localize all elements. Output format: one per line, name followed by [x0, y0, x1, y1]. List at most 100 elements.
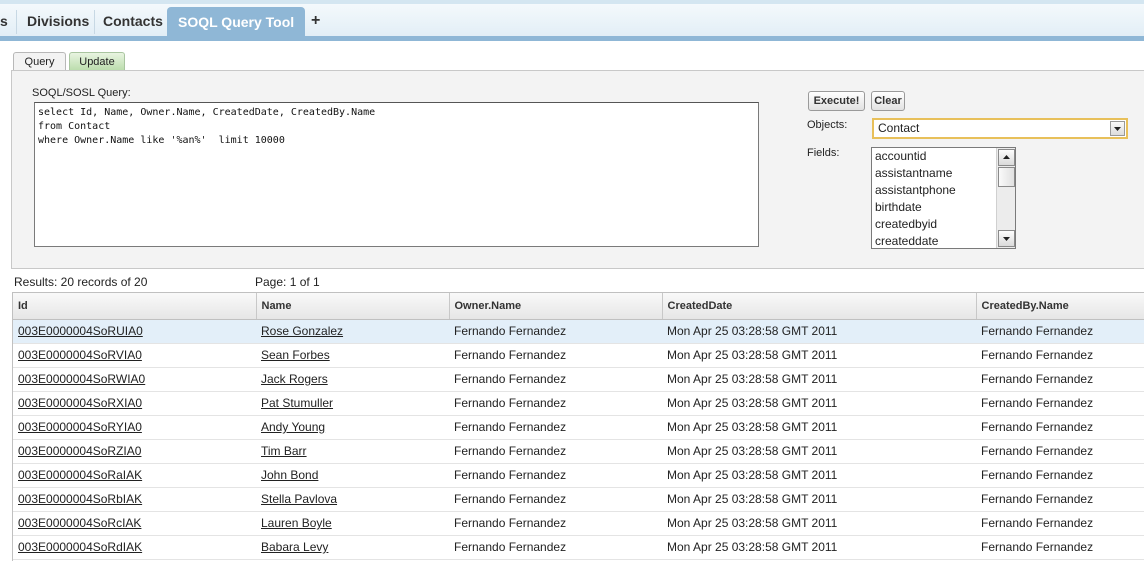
- contact-name-link[interactable]: John Bond: [261, 468, 318, 482]
- column-header-name[interactable]: Name: [256, 293, 450, 320]
- subtab-update[interactable]: Update: [69, 52, 125, 71]
- contact-name-link[interactable]: Tim Barr: [261, 444, 307, 458]
- table-row[interactable]: 003E0000004SoRWIA0 Jack Rogers Fernando Fe…: [13, 367, 1144, 392]
- record-id-link[interactable]: 003E0000004SoRVIA0: [18, 348, 142, 362]
- table-row[interactable]: 003E0000004SoRUIA0 Rose Gonzalez Fernando …: [13, 319, 1144, 344]
- tab-divider: [94, 10, 95, 34]
- app-tab-bar: s Divisions Contacts SOQL Query Tool +: [0, 0, 1144, 37]
- contact-name-link[interactable]: Babara Levy: [261, 540, 328, 554]
- cell-created-date: Mon Apr 25 03:28:58 GMT 2011: [662, 343, 976, 368]
- cell-name: John Bond: [256, 463, 449, 488]
- contact-name-link[interactable]: Pat Stumuller: [261, 396, 333, 410]
- cell-owner-name: Fernando Fernandez: [449, 535, 662, 560]
- cell-name: Babara Levy: [256, 535, 449, 560]
- contact-name-link[interactable]: Lauren Boyle: [261, 516, 332, 530]
- cell-created-date: Mon Apr 25 03:28:58 GMT 2011: [662, 535, 976, 560]
- clear-button[interactable]: Clear: [871, 91, 905, 111]
- record-id-link[interactable]: 003E0000004SoRUIA0: [18, 324, 143, 338]
- field-option[interactable]: accountid: [872, 148, 1015, 165]
- cell-owner-name: Fernando Fernandez: [449, 319, 662, 344]
- cell-created-by-name: Fernando Fernandez: [976, 319, 1144, 344]
- cell-id: 003E0000004SoRWIA0: [13, 367, 256, 392]
- contact-name-link[interactable]: Stella Pavlova: [261, 492, 337, 506]
- cell-created-by-name: Fernando Fernandez: [976, 391, 1144, 416]
- record-id-link[interactable]: 003E0000004SoRaIAK: [18, 468, 142, 482]
- subtab-query[interactable]: Query: [13, 52, 66, 72]
- contact-name-link[interactable]: Andy Young: [261, 420, 325, 434]
- cell-id: 003E0000004SoRZIA0: [13, 439, 256, 464]
- cell-name: Andy Young: [256, 415, 449, 440]
- field-option[interactable]: createdbyid: [872, 216, 1015, 233]
- record-id-link[interactable]: 003E0000004SoRZIA0: [18, 444, 141, 458]
- scroll-down-icon[interactable]: [998, 230, 1015, 247]
- cell-created-by-name: Fernando Fernandez: [976, 463, 1144, 488]
- table-row[interactable]: 003E0000004SoRXIA0 Pat Stumuller Fernando …: [13, 391, 1144, 416]
- column-header-created-by-name[interactable]: CreatedBy.Name: [976, 293, 1144, 320]
- field-option[interactable]: assistantname: [872, 165, 1015, 182]
- record-id-link[interactable]: 003E0000004SoRWIA0: [18, 372, 145, 386]
- field-option[interactable]: assistantphone: [872, 182, 1015, 199]
- scrollbar-thumb[interactable]: [998, 167, 1015, 187]
- tab-divisions[interactable]: Divisions: [27, 8, 89, 34]
- cell-created-by-name: Fernando Fernandez: [976, 535, 1144, 560]
- cell-id: 003E0000004SoRYIA0: [13, 415, 256, 440]
- cell-created-date: Mon Apr 25 03:28:58 GMT 2011: [662, 487, 976, 512]
- query-label: SOQL/SOSL Query:: [32, 87, 131, 99]
- execute-button[interactable]: Execute!: [808, 91, 865, 111]
- contact-name-link[interactable]: Sean Forbes: [261, 348, 330, 362]
- query-textarea[interactable]: select Id, Name, Owner.Name, CreatedDate…: [34, 102, 759, 247]
- cell-created-by-name: Fernando Fernandez: [976, 415, 1144, 440]
- fields-scrollbar[interactable]: [996, 148, 1015, 248]
- cell-created-date: Mon Apr 25 03:28:58 GMT 2011: [662, 463, 976, 488]
- cell-id: 003E0000004SoRXIA0: [13, 391, 256, 416]
- add-tab-icon[interactable]: +: [311, 8, 320, 34]
- cell-owner-name: Fernando Fernandez: [449, 391, 662, 416]
- column-header-owner-name[interactable]: Owner.Name: [449, 293, 663, 320]
- table-row[interactable]: 003E0000004SoRZIA0 Tim Barr Fernando Ferna…: [13, 439, 1144, 464]
- column-header-id[interactable]: Id: [13, 293, 257, 320]
- cell-created-by-name: Fernando Fernandez: [976, 511, 1144, 536]
- cell-owner-name: Fernando Fernandez: [449, 415, 662, 440]
- tab-underline: [0, 36, 1144, 41]
- cell-created-by-name: Fernando Fernandez: [976, 439, 1144, 464]
- column-header-created-date[interactable]: CreatedDate: [662, 293, 977, 320]
- cell-owner-name: Fernando Fernandez: [449, 511, 662, 536]
- cell-id: 003E0000004SoRUIA0: [13, 319, 256, 344]
- tab-contacts[interactable]: Contacts: [103, 8, 163, 34]
- record-id-link[interactable]: 003E0000004SoRdIAK: [18, 540, 142, 554]
- table-row[interactable]: 003E0000004SoRYIA0 Andy Young Fernando Fer…: [13, 415, 1144, 440]
- table-row[interactable]: 003E0000004SoRVIA0 Sean Forbes Fernando Fe…: [13, 343, 1144, 368]
- chevron-down-icon[interactable]: [1110, 121, 1125, 136]
- cell-name: Pat Stumuller: [256, 391, 449, 416]
- results-table: Id Name Owner.Name CreatedDate CreatedBy…: [13, 293, 1144, 560]
- record-id-link[interactable]: 003E0000004SoRXIA0: [18, 396, 142, 410]
- table-row[interactable]: 003E0000004SoRdIAK Babara Levy Fernando Fe…: [13, 535, 1144, 560]
- cell-owner-name: Fernando Fernandez: [449, 487, 662, 512]
- fields-listbox[interactable]: accountid assistantname assistantphone b…: [871, 147, 1016, 249]
- table-row[interactable]: 003E0000004SoRbIAK Stella Pavlova Fernando…: [13, 487, 1144, 512]
- table-row[interactable]: 003E0000004SoRcIAK Lauren Boyle Fernando F…: [13, 511, 1144, 536]
- record-id-link[interactable]: 003E0000004SoRYIA0: [18, 420, 142, 434]
- record-id-link[interactable]: 003E0000004SoRcIAK: [18, 516, 141, 530]
- cell-created-date: Mon Apr 25 03:28:58 GMT 2011: [662, 511, 976, 536]
- contact-name-link[interactable]: Jack Rogers: [261, 372, 328, 386]
- objects-select[interactable]: Contact: [872, 118, 1128, 139]
- results-summary: Results: 20 records of 20: [14, 275, 148, 289]
- cell-id: 003E0000004SoRdIAK: [13, 535, 256, 560]
- tab-soql-query-tool[interactable]: SOQL Query Tool: [167, 7, 306, 37]
- cell-name: Rose Gonzalez: [256, 319, 449, 344]
- contact-name-link[interactable]: Rose Gonzalez: [261, 324, 343, 338]
- record-id-link[interactable]: 003E0000004SoRbIAK: [18, 492, 142, 506]
- tab-partial[interactable]: s: [0, 8, 8, 34]
- table-header-row: Id Name Owner.Name CreatedDate CreatedBy…: [13, 293, 1144, 320]
- cell-name: Tim Barr: [256, 439, 449, 464]
- table-row[interactable]: 003E0000004SoRaIAK John Bond Fernando Fern…: [13, 463, 1144, 488]
- cell-id: 003E0000004SoRVIA0: [13, 343, 256, 368]
- cell-id: 003E0000004SoRcIAK: [13, 511, 256, 536]
- cell-id: 003E0000004SoRbIAK: [13, 487, 256, 512]
- scroll-up-icon[interactable]: [998, 149, 1015, 166]
- cell-owner-name: Fernando Fernandez: [449, 367, 662, 392]
- objects-selected-value: Contact: [878, 121, 920, 135]
- field-option[interactable]: birthdate: [872, 199, 1015, 216]
- field-option[interactable]: createddate: [872, 233, 1015, 248]
